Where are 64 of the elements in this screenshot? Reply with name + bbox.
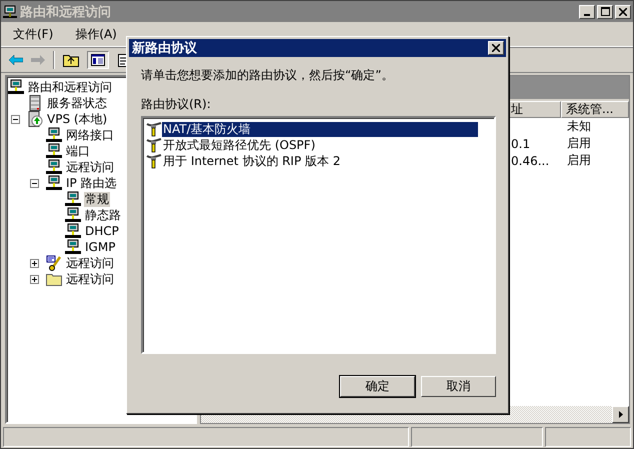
expander[interactable] [30,178,39,188]
expander[interactable] [11,114,20,124]
computer-icon [65,191,81,207]
computer-icon [46,127,62,143]
instruction-text: 请单击您想要添加的路由协议，然后按“确定”。 [141,67,394,84]
window-title: 路由和远程访问 [20,4,111,20]
maximize-icon [600,7,610,16]
router-icon [146,138,162,152]
tree-item[interactable]: 服务器状态 [46,96,108,110]
server-icon [27,111,43,127]
close-icon [492,44,500,52]
minimize-button[interactable] [579,4,595,18]
dialog-title: 新路由协议 [132,40,197,57]
menu-item[interactable]: 文件(F) [13,26,54,42]
tree-item[interactable]: 网络接口 [65,128,115,142]
tree-item[interactable]: 远程访问 [65,160,115,174]
computer-icon [65,223,81,239]
computer-icon [3,4,17,18]
computer-icon [65,207,81,223]
table-cell: 0.1 [511,136,530,150]
router-icon [146,154,162,168]
tree-item[interactable]: 端口 [65,144,91,158]
minimize-icon [584,14,590,16]
router-icon [146,122,162,136]
list-item[interactable]: 用于 Internet 协议的 RIP 版本 2 [162,154,478,168]
cancel-button[interactable]: 取消 [421,376,496,397]
computer-icon [46,175,62,191]
computer-icon [46,143,62,159]
close-icon [619,8,627,16]
tree-item[interactable]: 静态路 [84,208,122,222]
table-cell: 0.46... [511,154,550,168]
computer-icon [65,239,81,255]
policy-icon [46,255,62,271]
list-item[interactable]: 开放式最短路径优先 (OSPF) [162,138,478,152]
list-item[interactable]: NAT/基本防火墙 [162,122,478,136]
show-tree-button[interactable] [87,51,109,69]
tree-item[interactable]: 远程访问 [65,256,115,270]
close-button[interactable] [615,4,631,18]
tree-item[interactable]: IGMP [84,240,116,254]
folder-up-icon[interactable] [63,53,79,67]
back-arrow-icon[interactable] [9,55,23,65]
table-cell: 启用 [567,153,591,167]
computer-icon [8,79,24,95]
right-arrow-icon [618,411,622,418]
expander[interactable] [30,274,39,284]
column-header[interactable]: 系统管... [561,101,629,118]
tree-item[interactable]: IP 路由选 [65,176,118,190]
tree-item[interactable]: 路由和远程访问 [27,80,113,94]
protocol-list[interactable]: NAT/基本防火墙 开放式最短路径优先 (OSPF) 用于 Internet 协议的 RIP 版本 2 [141,116,496,354]
tree-item[interactable]: VPS (本地) [46,112,108,126]
server-icon [27,95,43,111]
table-cell: 启用 [567,136,591,150]
tree-item[interactable]: DHCP [84,224,120,238]
table-cell: 未知 [567,119,591,133]
list-label: 路由协议(R): [141,96,212,113]
close-button[interactable] [488,41,504,55]
tree-item[interactable]: 远程访问 [65,272,115,286]
expander[interactable] [30,258,39,268]
ok-button[interactable]: 确定 [340,376,415,397]
computer-icon [46,159,62,175]
menu-item[interactable]: 操作(A) [75,26,117,42]
tree-item[interactable]: 常规 [84,192,110,206]
folder-icon [46,271,62,287]
maximize-button[interactable] [597,4,613,18]
